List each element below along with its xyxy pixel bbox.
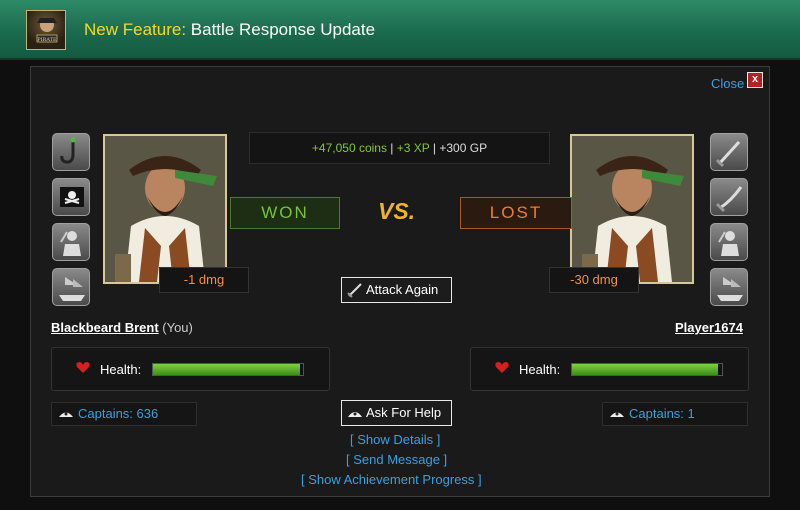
- title-highlight: New Feature:: [84, 20, 187, 39]
- coins-reward: +47,050 coins: [311, 141, 387, 155]
- opponent-captains: Captains: 1: [602, 402, 748, 426]
- captains-count: 636: [136, 406, 159, 421]
- title-text: Battle Response Update: [190, 20, 376, 39]
- player-avatar: [103, 134, 227, 284]
- sabre-icon[interactable]: [710, 178, 748, 216]
- battle-response-screen: PIRATE New Feature: Battle Response Upda…: [0, 0, 800, 510]
- close-icon[interactable]: x: [747, 72, 763, 88]
- pirate-hat-icon: [59, 412, 73, 417]
- cutlass-icon: [347, 283, 362, 298]
- you-label: (You): [158, 320, 193, 335]
- captains-count: 1: [687, 406, 695, 421]
- cutlass-icon[interactable]: [710, 133, 748, 171]
- hook-icon[interactable]: [52, 133, 90, 171]
- ask-for-help-label: Ask For Help: [366, 405, 442, 420]
- battle-rewards: +47,050 coins | +3 XP | +300 GP: [249, 132, 550, 164]
- player-name-link[interactable]: Blackbeard Brent: [51, 320, 159, 335]
- opponent-health-panel: Health:: [470, 347, 749, 391]
- attack-again-button[interactable]: Attack Again: [341, 277, 452, 303]
- player-damage-label: -1 dmg: [159, 267, 249, 293]
- ship-icon[interactable]: [710, 268, 748, 306]
- lost-badge: LOST: [460, 197, 572, 229]
- heart-icon: [76, 362, 90, 373]
- pirate-crew-icon[interactable]: [52, 223, 90, 261]
- page-title: New Feature: Battle Response Update: [84, 20, 375, 40]
- pirate-hat-icon: [610, 412, 624, 417]
- opponent-health-bar: [571, 363, 723, 376]
- ship-icon[interactable]: [52, 268, 90, 306]
- gp-reward: +300 GP: [439, 141, 488, 155]
- svg-text:PIRATE: PIRATE: [37, 37, 57, 43]
- player-health-panel: Health:: [51, 347, 330, 391]
- opponent-health-fill: [572, 364, 718, 375]
- show-details-link[interactable]: [ Show Details ]: [350, 432, 440, 447]
- jolly-roger-flag-icon[interactable]: [52, 178, 90, 216]
- show-achievement-progress-link[interactable]: [ Show Achievement Progress ]: [301, 472, 482, 487]
- reward-separator: |: [386, 141, 397, 155]
- opponent-name-link[interactable]: Player1674: [675, 320, 743, 335]
- health-label: Health:: [100, 362, 142, 377]
- pirate-crew-icon[interactable]: [710, 223, 748, 261]
- xp-reward: +3 XP: [396, 141, 430, 155]
- player-health-fill: [153, 364, 300, 375]
- heart-icon: [495, 362, 509, 373]
- attack-again-label: Attack Again: [366, 282, 439, 297]
- player-health-bar: [152, 363, 304, 376]
- captains-label: Captains:: [78, 406, 133, 421]
- send-message-link[interactable]: [ Send Message ]: [346, 452, 447, 467]
- close-link[interactable]: Close: [711, 76, 744, 91]
- pirate-clan-logo: PIRATE: [26, 10, 66, 50]
- player-captains: Captains: 636: [51, 402, 197, 426]
- top-banner: PIRATE New Feature: Battle Response Upda…: [0, 0, 800, 60]
- player-name: Blackbeard Brent (You): [51, 320, 193, 335]
- reward-separator: |: [429, 141, 440, 155]
- opponent-avatar: [570, 134, 694, 284]
- health-label: Health:: [519, 362, 561, 377]
- won-badge: WON: [230, 197, 340, 229]
- ask-for-help-button[interactable]: Ask For Help: [341, 400, 452, 426]
- versus-label: VS.: [378, 198, 416, 224]
- pirate-hat-icon: [348, 412, 362, 417]
- opponent-damage-label: -30 dmg: [549, 267, 639, 293]
- captains-label: Captains:: [629, 406, 684, 421]
